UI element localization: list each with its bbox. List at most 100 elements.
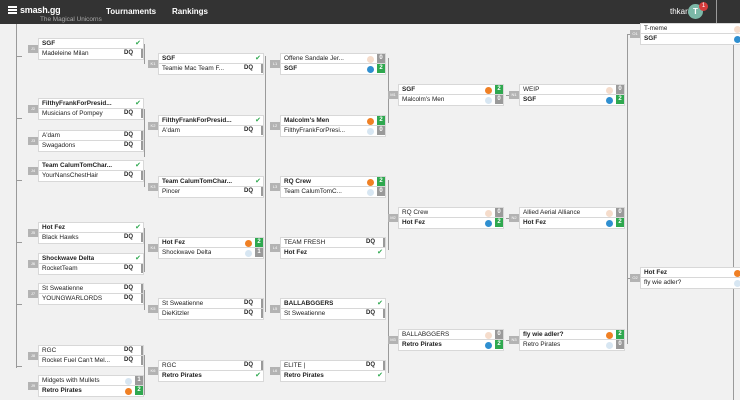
nav-tournaments-link[interactable]: Tournaments bbox=[106, 7, 156, 16]
bracket-entrant-row[interactable]: SGF ✔ bbox=[158, 53, 264, 64]
bracket-entrant-row[interactable]: WEIP 0 bbox=[519, 84, 625, 95]
bracket-entrant-row[interactable]: Hot Fez bbox=[640, 267, 740, 278]
entrant-name[interactable]: T-meme bbox=[644, 24, 667, 33]
entrant-name[interactable]: Malcolm's Men bbox=[284, 116, 329, 125]
entrant-name[interactable]: RQ Crew bbox=[284, 177, 311, 186]
bracket-entrant-row[interactable]: Shockwave Delta ✔ bbox=[38, 253, 144, 264]
entrant-name[interactable]: SGF bbox=[523, 95, 536, 104]
bracket-match[interactable]: M3 BALLABGGERS 0 Retro Pirates 2 bbox=[388, 329, 504, 351]
entrant-name[interactable]: SGF bbox=[402, 85, 415, 94]
entrant-name[interactable]: ELITE | bbox=[284, 361, 305, 370]
entrant-name[interactable]: RQ Crew bbox=[402, 208, 428, 217]
bracket-entrant-row[interactable]: Swagadons DQ bbox=[38, 141, 144, 152]
entrant-name[interactable]: DieKitzler bbox=[162, 309, 189, 318]
site-logo[interactable]: smash.gg bbox=[20, 5, 61, 15]
entrant-name[interactable]: FilthyFrankForPresid... bbox=[42, 99, 112, 108]
bracket-entrant-row[interactable]: YOUNGWARLORDS DQ bbox=[38, 294, 144, 305]
entrant-name[interactable]: FilthyFrankForPresid... bbox=[162, 116, 232, 125]
bracket-entrant-row[interactable]: Retro Pirates ✔ bbox=[280, 371, 386, 382]
bracket-entrant-row[interactable]: T-meme bbox=[640, 23, 740, 34]
bracket-entrant-row[interactable]: SGF ✔ bbox=[38, 38, 144, 49]
bracket-entrant-row[interactable]: SGF 2 bbox=[280, 64, 386, 75]
entrant-name[interactable]: Shockwave Delta bbox=[162, 248, 211, 257]
bracket-entrant-row[interactable]: Hot Fez ✔ bbox=[280, 248, 386, 259]
bracket-entrant-row[interactable]: RGC DQ bbox=[158, 360, 264, 371]
entrant-name[interactable]: Hot Fez bbox=[42, 223, 65, 232]
bracket-entrant-row[interactable]: FilthyFrankForPresi... 0 bbox=[280, 126, 386, 137]
entrant-name[interactable]: Hot Fez bbox=[644, 268, 667, 277]
bracket-entrant-row[interactable]: Malcolm's Men 2 bbox=[280, 115, 386, 126]
bracket-match[interactable]: N2 Allied Aerial Alliance 0 Hot Fez 2 bbox=[509, 207, 625, 229]
entrant-name[interactable]: Retro Pirates bbox=[42, 386, 82, 395]
bracket-entrant-row[interactable]: A'dam DQ bbox=[158, 126, 264, 137]
bracket-entrant-row[interactable]: FilthyFrankForPresid... ✔ bbox=[158, 115, 264, 126]
entrant-name[interactable]: Hot Fez bbox=[402, 218, 425, 227]
bracket-entrant-row[interactable]: Hot Fez 2 bbox=[398, 218, 504, 229]
bracket-entrant-row[interactable]: Malcolm's Men 0 bbox=[398, 95, 504, 106]
bracket-match[interactable]: L5 BALLABGGERS ✔ St Sweatienne DQ bbox=[270, 298, 386, 320]
bracket-entrant-row[interactable]: Madeleine Milan DQ bbox=[38, 49, 144, 60]
bracket-match[interactable]: L6 ELITE | DQ Retro Pirates ✔ bbox=[270, 360, 386, 382]
entrant-name[interactable]: Hot Fez bbox=[523, 218, 546, 227]
notification-badge[interactable]: 1 bbox=[699, 2, 708, 11]
bracket-match[interactable]: N3 fly wie adler? 2 Retro Pirates 0 bbox=[509, 329, 625, 351]
bracket-match[interactable]: J9 Midgets with Mullets 1 Retro Pirates 2 bbox=[28, 375, 144, 397]
entrant-name[interactable]: FilthyFrankForPresi... bbox=[284, 126, 345, 135]
entrant-name[interactable]: RocketTeam bbox=[42, 264, 78, 273]
menu-icon[interactable] bbox=[8, 6, 17, 14]
bracket-entrant-row[interactable]: BALLABGGERS 0 bbox=[398, 329, 504, 340]
bracket-entrant-row[interactable]: DieKitzler DQ bbox=[158, 309, 264, 320]
bracket-match[interactable]: J4 Team CalumTomChar... ✔ YourNansChestHair… bbox=[28, 160, 144, 182]
bracket-entrant-row[interactable]: ELITE | DQ bbox=[280, 360, 386, 371]
entrant-name[interactable]: WEIP bbox=[523, 85, 539, 94]
entrant-name[interactable]: Retro Pirates bbox=[284, 371, 324, 380]
bracket-match[interactable]: M2 RQ Crew 0 Hot Fez 2 bbox=[388, 207, 504, 229]
bracket-entrant-row[interactable]: Rocket Fuel Can't Mel... DQ bbox=[38, 356, 144, 367]
bracket-entrant-row[interactable]: RQ Crew 2 bbox=[280, 176, 386, 187]
bracket-entrant-row[interactable]: YourNansChestHair DQ bbox=[38, 171, 144, 182]
entrant-name[interactable]: Hot Fez bbox=[284, 248, 307, 257]
entrant-name[interactable]: fly wie adler? bbox=[644, 278, 681, 287]
entrant-name[interactable]: YOUNGWARLORDS bbox=[42, 294, 102, 303]
bracket-match[interactable]: O2 Hot Fez fly wie adler? bbox=[630, 267, 740, 289]
entrant-name[interactable]: SGF bbox=[42, 39, 55, 48]
bracket-match[interactable]: J3 A'dam DQ Swagadons DQ bbox=[28, 130, 144, 152]
entrant-name[interactable]: Team CalumTomChar... bbox=[42, 161, 112, 170]
entrant-name[interactable]: BALLABGGERS bbox=[284, 299, 333, 308]
entrant-name[interactable]: BALLABGGERS bbox=[402, 330, 449, 339]
bracket-match[interactable]: J6 Shockwave Delta ✔ RocketTeam DQ bbox=[28, 253, 144, 275]
entrant-name[interactable]: YourNansChestHair bbox=[42, 171, 98, 180]
entrant-name[interactable]: Madeleine Milan bbox=[42, 49, 89, 58]
entrant-name[interactable]: Allied Aerial Alliance bbox=[523, 208, 580, 217]
bracket-entrant-row[interactable]: St Sweatienne DQ bbox=[280, 309, 386, 320]
bracket-entrant-row[interactable]: Midgets with Mullets 1 bbox=[38, 375, 144, 386]
bracket-entrant-row[interactable]: Pincer DQ bbox=[158, 187, 264, 198]
entrant-name[interactable]: Musicians of Pompey bbox=[42, 109, 103, 118]
bracket-entrant-row[interactable]: fly wie adler? 2 bbox=[519, 329, 625, 340]
entrant-name[interactable]: Midgets with Mullets bbox=[42, 376, 100, 385]
bracket-entrant-row[interactable]: Team CalumTomChar... ✔ bbox=[158, 176, 264, 187]
bracket-entrant-row[interactable]: Musicians of Pompey DQ bbox=[38, 109, 144, 120]
bracket-entrant-row[interactable]: SGF bbox=[640, 34, 740, 45]
entrant-name[interactable]: RGC bbox=[162, 361, 176, 370]
entrant-name[interactable]: St Sweatienne bbox=[284, 309, 325, 318]
bracket-entrant-row[interactable]: Retro Pirates 2 bbox=[38, 386, 144, 397]
bracket-match[interactable]: K4 Hot Fez 2 Shockwave Delta 1 bbox=[148, 237, 264, 259]
bracket-entrant-row[interactable]: Hot Fez ✔ bbox=[38, 222, 144, 233]
bracket-match[interactable]: O1 T-meme SGF bbox=[630, 23, 740, 45]
entrant-name[interactable]: A'dam bbox=[42, 131, 60, 140]
bracket-match[interactable]: L1 Offene Sandale Jer... 0 SGF 2 bbox=[270, 53, 386, 75]
bracket-entrant-row[interactable]: Team CalumTomChar... ✔ bbox=[38, 160, 144, 171]
entrant-name[interactable]: Retro Pirates bbox=[162, 371, 202, 380]
bracket-entrant-row[interactable]: SGF 2 bbox=[398, 84, 504, 95]
bracket-entrant-row[interactable]: Teamie Mac Team F... DQ bbox=[158, 64, 264, 75]
entrant-name[interactable]: fly wie adler? bbox=[523, 330, 564, 339]
bracket-entrant-row[interactable]: FilthyFrankForPresid... ✔ bbox=[38, 98, 144, 109]
entrant-name[interactable]: SGF bbox=[284, 64, 297, 73]
bracket-entrant-row[interactable]: RQ Crew 0 bbox=[398, 207, 504, 218]
nav-rankings-link[interactable]: Rankings bbox=[172, 7, 208, 16]
bracket-match[interactable]: M1 SGF 2 Malcolm's Men 0 bbox=[388, 84, 504, 106]
bracket-entrant-row[interactable]: RGC DQ bbox=[38, 345, 144, 356]
bracket-entrant-row[interactable]: A'dam DQ bbox=[38, 130, 144, 141]
bracket-entrant-row[interactable]: SGF 2 bbox=[519, 95, 625, 106]
